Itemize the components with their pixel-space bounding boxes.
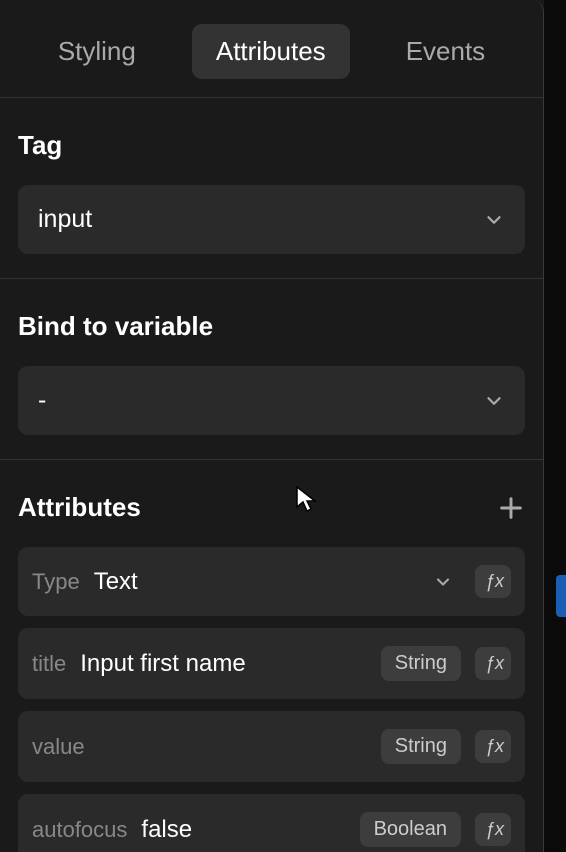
chevron-down-icon: [483, 209, 505, 231]
attr-label: Type: [32, 569, 80, 595]
attr-row-value[interactable]: value String ƒx: [18, 711, 525, 782]
drag-handle[interactable]: [556, 575, 566, 617]
tag-select[interactable]: input: [18, 185, 525, 254]
inspector-panel: Styling Attributes Events Tag input Bind…: [0, 0, 544, 852]
bind-section-title: Bind to variable: [18, 279, 525, 366]
tag-section: Tag input: [0, 98, 543, 279]
attr-value: Text: [94, 568, 419, 596]
fx-button[interactable]: ƒx: [475, 730, 511, 763]
fx-button[interactable]: ƒx: [475, 647, 511, 680]
type-badge: String: [381, 729, 461, 764]
tag-select-value: input: [38, 205, 92, 234]
attr-label: autofocus: [32, 817, 127, 843]
type-badge: Boolean: [360, 812, 461, 847]
bind-section: Bind to variable -: [0, 279, 543, 460]
chevron-down-icon: [483, 390, 505, 412]
attr-value: false: [141, 816, 345, 844]
fx-button[interactable]: ƒx: [475, 813, 511, 846]
attributes-section-title: Attributes: [18, 492, 141, 523]
fx-button[interactable]: ƒx: [475, 565, 511, 598]
tabs-container: Styling Attributes Events: [0, 0, 543, 98]
plus-icon[interactable]: [497, 494, 525, 522]
bind-select[interactable]: -: [18, 366, 525, 435]
attr-label: value: [32, 734, 85, 760]
attr-row-autofocus[interactable]: autofocus false Boolean ƒx: [18, 794, 525, 852]
attr-label: title: [32, 651, 66, 677]
attr-row-title[interactable]: title Input first name String ƒx: [18, 628, 525, 699]
tab-styling[interactable]: Styling: [34, 24, 160, 79]
right-strip: [544, 0, 566, 852]
tab-attributes[interactable]: Attributes: [192, 24, 350, 79]
tag-section-title: Tag: [18, 98, 525, 185]
tab-events[interactable]: Events: [382, 24, 510, 79]
attr-value: Input first name: [80, 650, 367, 678]
attributes-header: Attributes: [18, 460, 525, 547]
attr-row-type[interactable]: Type Text ƒx: [18, 547, 525, 616]
attributes-section: Attributes Type Text ƒx title Input firs…: [0, 460, 543, 852]
type-badge: String: [381, 646, 461, 681]
bind-select-value: -: [38, 386, 46, 415]
chevron-down-icon: [433, 572, 453, 592]
